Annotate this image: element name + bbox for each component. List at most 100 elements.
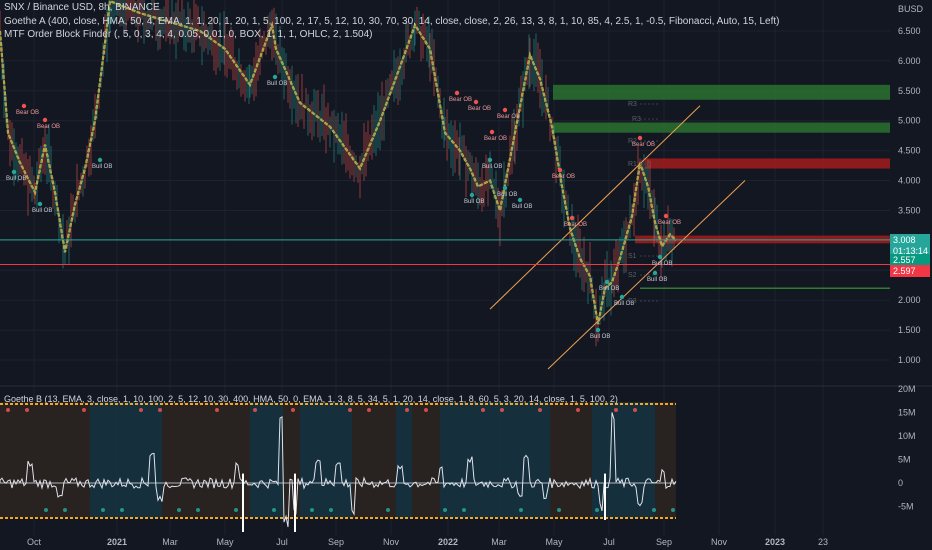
- signal-dot: [481, 408, 485, 412]
- indicator-a-legend[interactable]: Goethe A (400, close, HMA, 50, 4, EMA, 1…: [4, 16, 779, 27]
- bull-ob-dot: [595, 327, 601, 333]
- signal-dot: [139, 408, 143, 412]
- signal-dot: [348, 408, 352, 412]
- pivot-label: S1: [628, 253, 637, 260]
- bear-ob-dot: [569, 215, 575, 221]
- bear-ob-dot: [557, 167, 563, 173]
- price-tick-label: 4.000: [898, 176, 921, 186]
- bull-ob-label: Bull OB: [6, 176, 26, 182]
- price-tick-label: 4.500: [898, 146, 921, 156]
- signal-dot: [6, 408, 10, 412]
- signal-dot: [633, 408, 637, 412]
- bear-ob-label: Bear OB: [564, 222, 587, 228]
- bear-ob-label: Bear OB: [37, 124, 60, 130]
- lower-pane-band: [162, 402, 250, 518]
- signal-dot: [595, 508, 599, 512]
- signal-dot: [44, 508, 48, 512]
- bull-ob-dot: [97, 157, 103, 163]
- signal-dot: [272, 508, 276, 512]
- lower-pane-band: [0, 402, 90, 518]
- time-tick-label: Mar: [162, 537, 178, 547]
- bull-ob-label: Bull OB: [497, 192, 517, 198]
- bear-ob-dot: [454, 90, 460, 96]
- signal-dot: [538, 408, 542, 412]
- signal-dot: [519, 508, 523, 512]
- time-tick-label: May: [545, 537, 563, 547]
- bear-ob-dot: [473, 99, 479, 105]
- bull-ob-dot: [502, 185, 508, 191]
- pivot-label: R1: [628, 161, 637, 168]
- bear-ob-dot: [637, 135, 643, 141]
- time-tick-label: Sep: [328, 537, 344, 547]
- bear-ob-dot: [502, 107, 508, 113]
- bull-ob-label: Bull OB: [32, 208, 52, 214]
- bull-ob-label: Bull OB: [267, 81, 287, 87]
- symbol-title: SNX / Binance USD, 8h, BINANCE: [4, 2, 160, 13]
- lower-pane-band: [396, 402, 412, 518]
- currency-label: BUSD: [898, 4, 924, 14]
- time-tick-label: Sep: [656, 537, 672, 547]
- lower-tick-label: 15M: [898, 408, 916, 418]
- indicator-b-legend[interactable]: MTF Order Block Finder (, 5, 0, 3, 4, 4,…: [4, 29, 373, 40]
- price-tick-label: 6.000: [898, 56, 921, 66]
- bear-level-badge: 2.597: [890, 265, 930, 277]
- signal-dot: [462, 508, 466, 512]
- time-tick-label: Mar: [491, 537, 507, 547]
- signal-dot: [500, 408, 504, 412]
- bull-ob-dot: [37, 201, 43, 207]
- bear-ob-label: Bear OB: [449, 97, 472, 103]
- time-tick-label: Jul: [603, 537, 615, 547]
- bear-ob-zone: [645, 158, 890, 169]
- bull-ob-label: Bull OB: [512, 204, 532, 210]
- price-tick-label: 6.500: [898, 26, 921, 36]
- lower-pane-band: [90, 402, 162, 518]
- bear-ob-dot: [42, 117, 48, 123]
- lower-pane-band: [550, 402, 592, 518]
- bull-ob-dot: [517, 197, 523, 203]
- lower-tick-label: 5M: [898, 455, 911, 465]
- bear-ob-label: Bear OB: [552, 174, 575, 180]
- signal-dot: [576, 408, 580, 412]
- signal-dot: [120, 508, 124, 512]
- signal-dot: [614, 408, 618, 412]
- chart-canvas[interactable]: Bull OB Bull OB Bull OB Bull OB Bull OB Bull …: [0, 0, 932, 550]
- bull-ob-label: Bull OB: [590, 334, 610, 340]
- pivot-label: S2: [628, 272, 637, 279]
- price-tick-label: 3.500: [898, 205, 921, 215]
- lower-pane-band: [283, 402, 300, 518]
- bear-ob-label: Bear OB: [497, 114, 520, 120]
- signal-dot: [82, 408, 86, 412]
- signal-dot: [443, 508, 447, 512]
- bull-ob-label: Bull OB: [92, 164, 112, 170]
- signal-dot: [424, 408, 428, 412]
- lower-pane-bands: [0, 402, 676, 519]
- signal-dot: [215, 408, 219, 412]
- lower-pane-legend[interactable]: Goethe B (13, EMA, 3, close, 1, 10, 100,…: [4, 394, 618, 404]
- lower-pane-band: [440, 402, 550, 518]
- signal-dot: [386, 508, 390, 512]
- pivot-label: R2: [628, 138, 637, 145]
- signal-dot: [25, 408, 29, 412]
- bull-ob-dot: [487, 157, 493, 163]
- pivot-label: R3: [632, 116, 641, 123]
- signal-dot: [671, 508, 675, 512]
- time-tick-label: Nov: [383, 537, 400, 547]
- bull-ob-dot: [469, 192, 475, 198]
- signal-dot: [158, 408, 162, 412]
- lower-tick-label: 10M: [898, 431, 916, 441]
- price-tick-label: 5.000: [898, 116, 921, 126]
- bear-ob-dot: [489, 129, 495, 135]
- bear-ob-label: Bear OB: [484, 136, 507, 142]
- lower-pane-band: [592, 402, 655, 518]
- bull-ob-label: Bull OB: [599, 286, 619, 292]
- signal-dot: [177, 508, 181, 512]
- time-tick-label: Oct: [27, 537, 42, 547]
- bear-ob-label: Bear OB: [468, 106, 491, 112]
- pivot-label: S3: [628, 298, 637, 305]
- price-tick-label: 1.000: [898, 355, 921, 365]
- signal-dot: [652, 508, 656, 512]
- bull-ob-label: Bull OB: [464, 199, 484, 205]
- signal-dot: [253, 408, 257, 412]
- signal-dot: [367, 408, 371, 412]
- lower-tick-label: -5M: [898, 502, 914, 512]
